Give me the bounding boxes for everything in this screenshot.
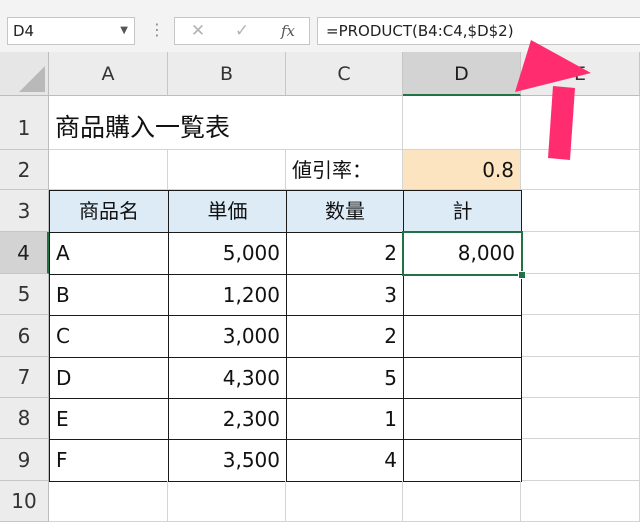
cell-e8[interactable] [522, 398, 640, 439]
cell-b5[interactable]: 1,200 [168, 274, 287, 316]
cell-c2-discount-label[interactable]: 値引率： [286, 150, 403, 190]
cell-a6[interactable]: C [49, 315, 169, 358]
row-header-1[interactable]: 1 [0, 96, 49, 150]
cell-a5[interactable]: B [49, 274, 169, 316]
cell-e3[interactable] [522, 190, 640, 232]
cell-e5[interactable] [522, 274, 640, 315]
cell-e10[interactable] [521, 481, 640, 522]
cell-a1-title[interactable]: 商品購入一覧表 [49, 96, 286, 150]
cell-d2-discount-rate[interactable]: 0.8 [403, 150, 521, 190]
cell-c8[interactable]: 1 [286, 398, 404, 440]
cell-e7[interactable] [522, 357, 640, 398]
fill-handle[interactable] [518, 271, 526, 279]
cell-c4[interactable]: 2 [286, 232, 404, 275]
cell-d8[interactable] [403, 398, 522, 440]
row-header-4[interactable]: 4 [0, 232, 49, 274]
cell-e1[interactable] [521, 96, 640, 150]
cell-d10[interactable] [403, 481, 521, 522]
cell-d9[interactable] [403, 439, 522, 482]
cell-b8[interactable]: 2,300 [168, 398, 287, 440]
cell-c3-header-qty[interactable]: 数量 [286, 190, 404, 233]
column-header-e[interactable]: E [521, 52, 640, 96]
cell-d5[interactable] [403, 274, 522, 316]
cell-a8[interactable]: E [49, 398, 169, 440]
cell-d1[interactable] [403, 96, 521, 150]
cell-c7[interactable]: 5 [286, 357, 404, 399]
cancel-icon[interactable]: ✕ [183, 18, 213, 44]
cell-b9[interactable]: 3,500 [168, 439, 287, 482]
cell-e4[interactable] [522, 232, 640, 274]
column-header-c[interactable]: C [286, 52, 403, 96]
cell-e2[interactable] [521, 150, 640, 190]
formula-area: D4 ▼ ⋮ ✕ ✓ fx =PRODUCT(B4:C4,$D$2) [0, 0, 640, 52]
row-header-6[interactable]: 6 [0, 315, 49, 357]
row-header-10[interactable]: 10 [0, 481, 49, 522]
cell-c5[interactable]: 3 [286, 274, 404, 316]
formula-buttons: ✕ ✓ fx [174, 17, 310, 45]
formula-bar[interactable]: =PRODUCT(B4:C4,$D$2) [317, 17, 640, 45]
cell-c1[interactable] [286, 96, 403, 150]
cell-b7[interactable]: 4,300 [168, 357, 287, 399]
row-header-8[interactable]: 8 [0, 398, 49, 439]
cell-a7[interactable]: D [49, 357, 169, 399]
cell-d4-active[interactable]: 8,000 [403, 232, 522, 275]
worksheet-grid: A B C D E 1 2 3 4 5 6 7 8 9 10 商品購入一覧表 値… [0, 52, 640, 522]
cell-b4[interactable]: 5,000 [168, 232, 287, 275]
row-header-9[interactable]: 9 [0, 439, 49, 481]
name-box[interactable]: D4 ▼ [7, 17, 135, 45]
cell-c6[interactable]: 2 [286, 315, 404, 358]
cell-b3-header-price[interactable]: 単価 [168, 190, 287, 233]
cell-d7[interactable] [403, 357, 522, 399]
chevron-down-icon[interactable]: ▼ [120, 18, 128, 44]
insert-function-icon[interactable]: fx [273, 18, 303, 44]
cell-a2[interactable] [49, 150, 168, 190]
cell-a3-header-name[interactable]: 商品名 [49, 190, 169, 233]
formula-text: =PRODUCT(B4:C4,$D$2) [326, 22, 514, 40]
row-header-2[interactable]: 2 [0, 150, 49, 190]
column-header-b[interactable]: B [168, 52, 286, 96]
cell-b6[interactable]: 3,000 [168, 315, 287, 358]
select-all-button[interactable] [0, 52, 49, 96]
drag-handle-icon[interactable]: ⋮ [149, 16, 165, 44]
cell-a10[interactable] [49, 481, 168, 522]
cell-a9[interactable]: F [49, 439, 169, 482]
cell-b10[interactable] [168, 481, 286, 522]
cell-d3-header-total[interactable]: 計 [403, 190, 522, 233]
cell-e6[interactable] [522, 315, 640, 357]
row-header-3[interactable]: 3 [0, 190, 49, 232]
cell-b2[interactable] [168, 150, 286, 190]
cell-a4[interactable]: A [49, 232, 169, 275]
name-box-value: D4 [13, 22, 35, 40]
column-header-a[interactable]: A [49, 52, 168, 96]
cell-d6[interactable] [403, 315, 522, 358]
row-header-7[interactable]: 7 [0, 357, 49, 398]
cell-c9[interactable]: 4 [286, 439, 404, 482]
column-header-d[interactable]: D [403, 52, 521, 96]
enter-check-icon[interactable]: ✓ [227, 18, 257, 44]
row-header-5[interactable]: 5 [0, 274, 49, 315]
cell-c10[interactable] [286, 481, 403, 522]
cell-e9[interactable] [522, 439, 640, 481]
